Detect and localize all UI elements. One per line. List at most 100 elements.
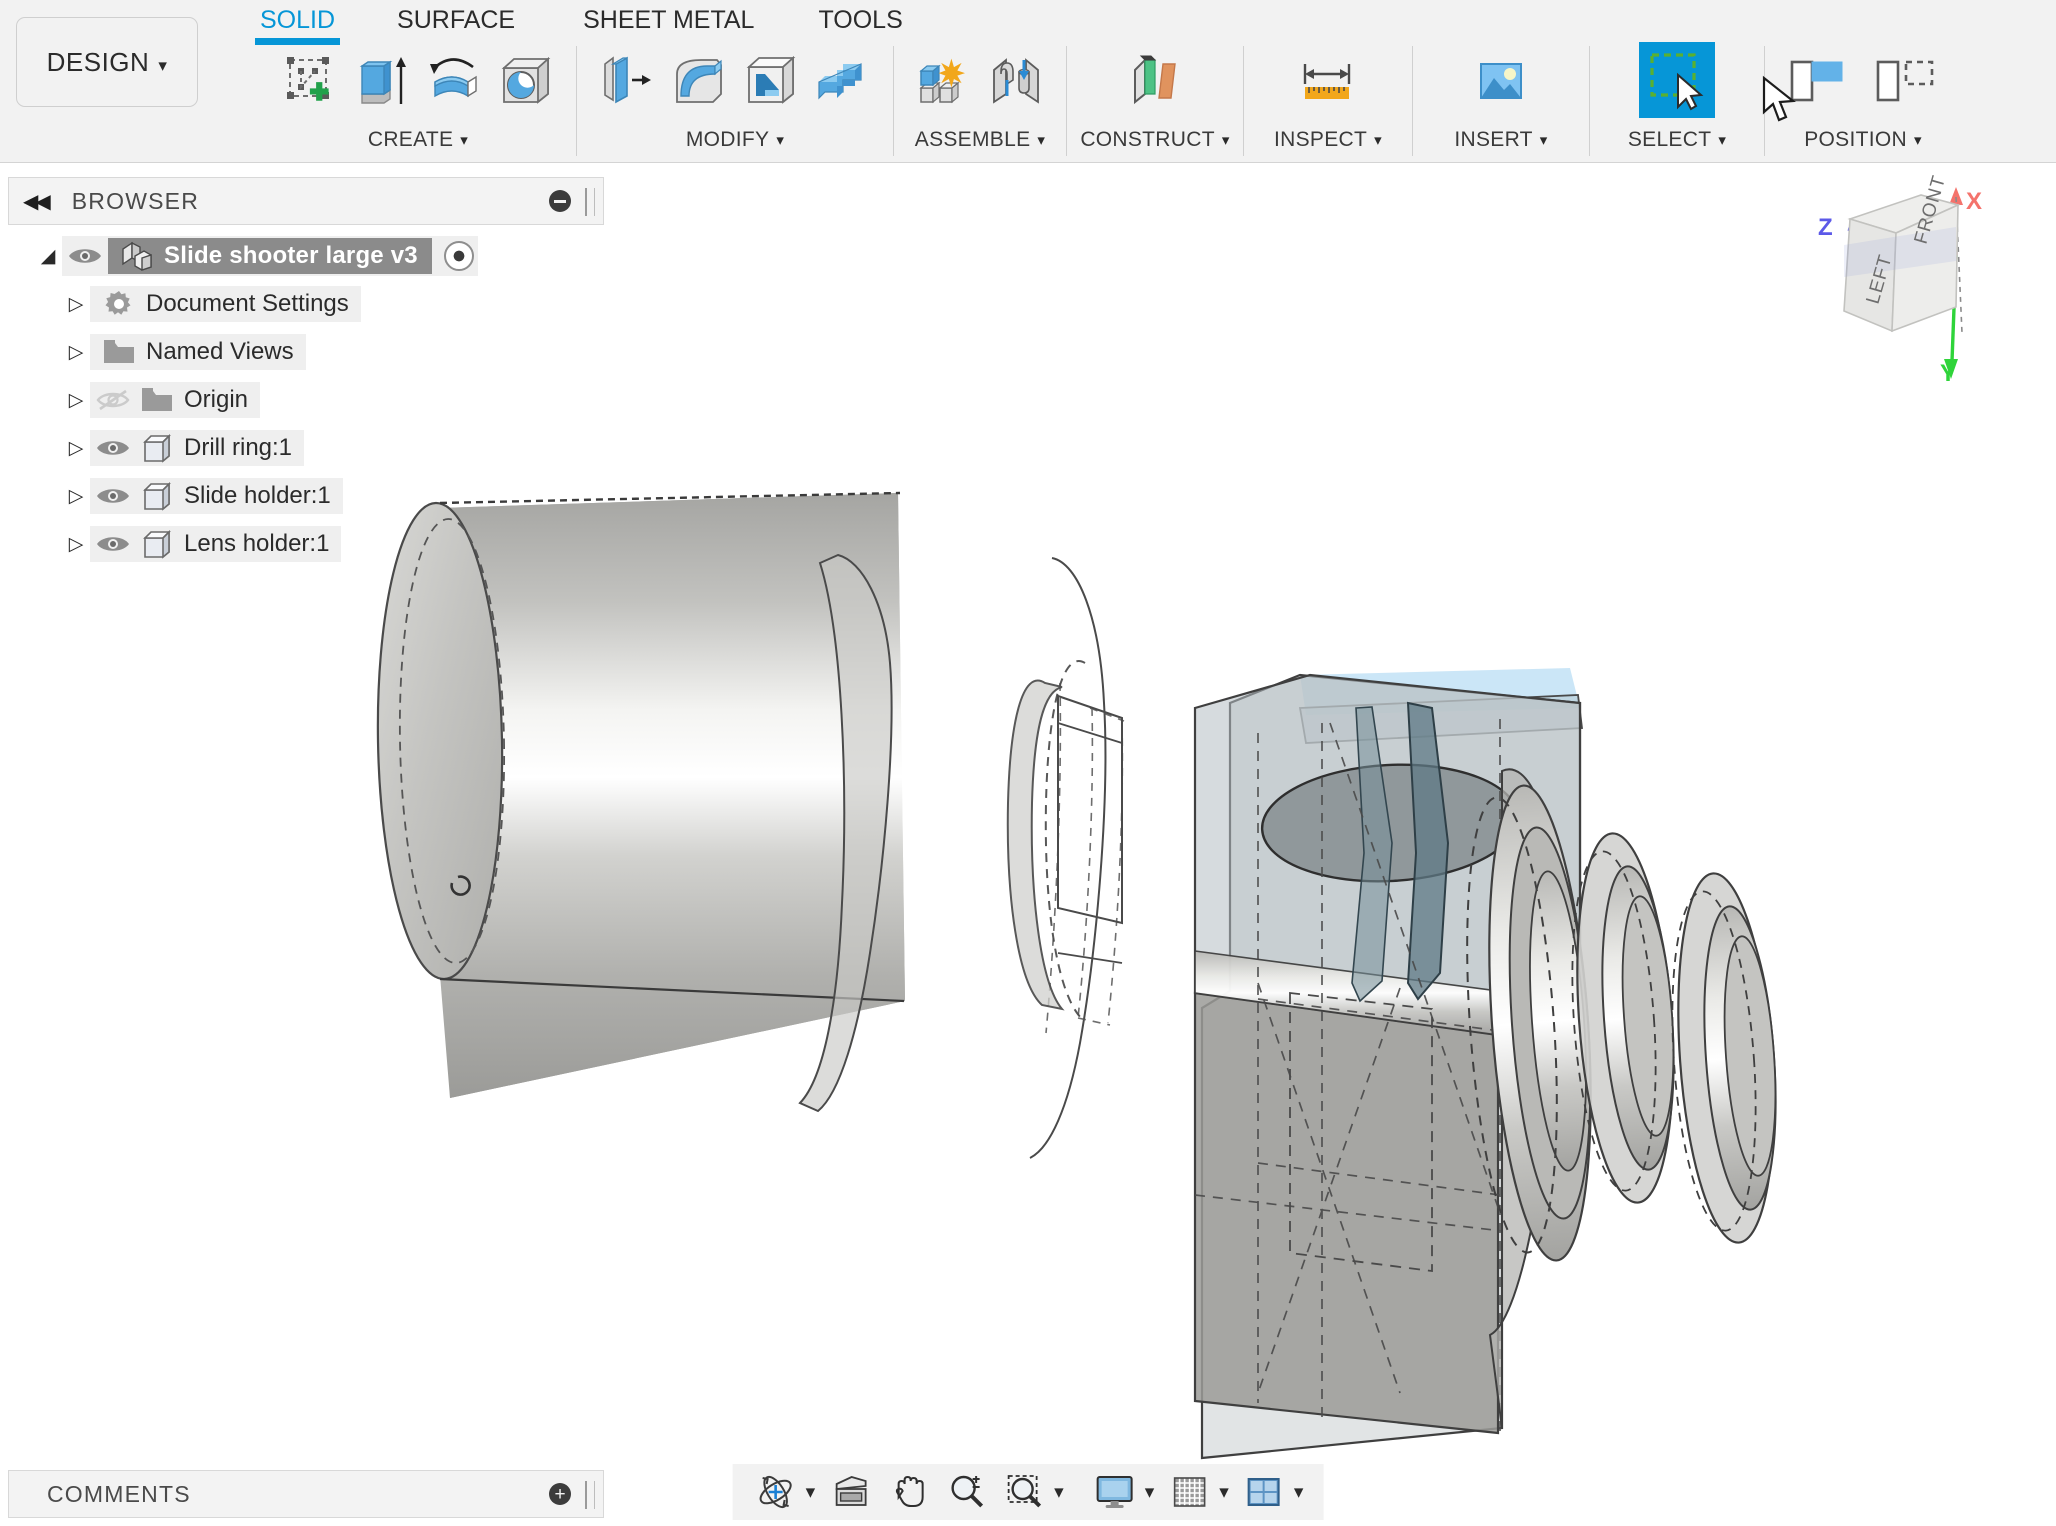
display-settings-icon[interactable] [1092, 1469, 1138, 1515]
activate-component-radio[interactable] [443, 241, 474, 271]
tab-tools[interactable]: TOOLS [818, 0, 902, 35]
press-pull-icon[interactable] [594, 47, 660, 113]
tree-row-root[interactable]: ◢ Slide shooter large v3 [8, 232, 604, 280]
chevron-down-icon[interactable]: ▾ [806, 1481, 816, 1504]
chevron-down-icon: ▾ [1374, 131, 1382, 149]
gear-icon [98, 288, 140, 320]
folder-icon [98, 338, 140, 366]
shell-icon[interactable] [738, 47, 804, 113]
visibility-eye-icon[interactable] [90, 437, 136, 459]
tree-label-drill-ring: Drill ring:1 [184, 434, 293, 461]
expand-arrow-icon[interactable]: ▷ [62, 533, 90, 556]
axis-y-label: Y [1940, 360, 1956, 387]
move-copy-icon[interactable] [1866, 47, 1944, 113]
panel-inspect-label: INSPECT [1274, 128, 1368, 151]
pan-icon[interactable] [885, 1469, 931, 1515]
orbit-icon[interactable] [753, 1469, 799, 1515]
tree-label-root: Slide shooter large v3 [164, 242, 418, 269]
tree-row-document-settings[interactable]: ▷ Document Settings [8, 280, 604, 328]
view-cube[interactable]: FRONT LEFT Z X Y [1808, 173, 2038, 403]
panel-construct-label: CONSTRUCT [1080, 128, 1215, 151]
expand-arrow-icon[interactable]: ▷ [62, 341, 90, 364]
panel-resize-grip[interactable] [585, 188, 595, 216]
new-component-icon[interactable] [911, 47, 977, 113]
tree-label-origin: Origin [184, 386, 249, 413]
chevron-down-icon[interactable]: ▾ [1054, 1481, 1064, 1504]
chevron-down-icon: ▾ [1221, 131, 1230, 149]
chevron-down-icon[interactable]: ▾ [1294, 1481, 1304, 1504]
joint-icon[interactable] [983, 47, 1049, 113]
tree-label-slide-holder: Slide holder:1 [184, 482, 331, 509]
tab-sheet-metal-label: SHEET METAL [583, 6, 755, 34]
tree-row-slide-holder[interactable]: ▷ Slide holder:1 [8, 472, 604, 520]
nav-zoom[interactable] [943, 1469, 989, 1515]
hole-icon[interactable] [493, 47, 559, 113]
nav-fit[interactable]: ▾ [1001, 1469, 1064, 1515]
visibility-eye-icon[interactable] [62, 245, 108, 267]
panel-resize-grip[interactable] [585, 1481, 595, 1509]
grid-snap-icon[interactable] [1166, 1469, 1212, 1515]
insert-image-icon[interactable] [1468, 47, 1534, 113]
measure-icon[interactable] [1295, 47, 1361, 113]
expand-arrow-icon[interactable]: ▷ [62, 485, 90, 508]
panel-select-label: SELECT [1627, 128, 1712, 151]
nav-display-settings[interactable]: ▾ [1092, 1469, 1155, 1515]
axis-x-label: X [1966, 188, 1982, 215]
nav-look-at[interactable] [827, 1469, 873, 1515]
chevron-down-icon: ▾ [1037, 131, 1046, 149]
part-slide-holder[interactable] [1193, 668, 1604, 1460]
expand-arrow-icon[interactable]: ◢ [34, 245, 62, 268]
chevron-down-icon: ▾ [460, 131, 469, 149]
minimize-browser-icon[interactable] [549, 190, 571, 212]
revolve-icon[interactable] [421, 47, 487, 113]
visibility-eye-off-icon[interactable] [90, 388, 136, 412]
fillet-icon[interactable] [666, 47, 732, 113]
root-component-chip[interactable]: Slide shooter large v3 [108, 238, 432, 274]
chevron-down-icon[interactable]: ▾ [1145, 1481, 1155, 1504]
mouse-cursor [1762, 75, 1796, 122]
browser-title: BROWSER [71, 187, 200, 214]
nav-viewports[interactable]: ▾ [1241, 1469, 1304, 1515]
body-icon [136, 529, 178, 559]
part-lens-plate-left[interactable] [1006, 660, 1086, 1020]
visibility-eye-icon[interactable] [90, 533, 136, 555]
zoom-icon[interactable] [943, 1469, 989, 1515]
combine-icon[interactable] [810, 47, 876, 113]
add-comment-icon[interactable]: + [549, 1483, 571, 1505]
extrude-icon[interactable] [349, 47, 415, 113]
nav-orbit[interactable]: ▾ [753, 1469, 816, 1515]
chevron-down-icon: ▾ [158, 55, 168, 75]
panel-position-label: POSITION [1804, 128, 1907, 151]
tree-row-drill-ring[interactable]: ▷ Drill ring:1 [8, 424, 604, 472]
visibility-eye-icon[interactable] [90, 485, 136, 507]
chevron-down-icon[interactable]: ▾ [1219, 1481, 1229, 1504]
tree-row-origin[interactable]: ▷ Origin [8, 376, 604, 424]
nav-grid-snaps[interactable]: ▾ [1166, 1469, 1229, 1515]
create-sketch-icon[interactable] [277, 47, 343, 113]
collapse-panel-icon[interactable]: ◀◀ [23, 189, 51, 214]
workspace-switcher-button[interactable]: DESIGN ▾ [16, 17, 198, 107]
part-lens-holder[interactable] [1562, 830, 1785, 1246]
tab-sheet-metal[interactable]: SHEET METAL [583, 0, 754, 35]
expand-arrow-icon[interactable]: ▷ [62, 437, 90, 460]
tree-row-lens-holder[interactable]: ▷ Lens holder:1 [8, 520, 604, 568]
viewports-icon[interactable] [1241, 1469, 1287, 1515]
workspace-tabs: SOLID SURFACE SHEET METAL TOOLS [255, 0, 903, 45]
panel-assemble: ASSEMBLE ▾ [894, 40, 1066, 162]
look-at-icon[interactable] [827, 1469, 873, 1515]
comments-title: COMMENTS [47, 1480, 191, 1507]
navigation-bar: ▾ ▾ ▾ ▾ ▾ [732, 1464, 1324, 1520]
panel-create-label: CREATE [367, 128, 454, 151]
panel-assemble-label: ASSEMBLE [914, 128, 1031, 151]
comments-panel[interactable]: COMMENTS + [8, 1470, 604, 1518]
select-window-icon[interactable] [1639, 42, 1715, 118]
tree-row-named-views[interactable]: ▷ Named Views [8, 328, 604, 376]
offset-plane-icon[interactable] [1122, 47, 1188, 113]
chevron-down-icon: ▾ [1913, 131, 1922, 149]
nav-pan[interactable] [885, 1469, 931, 1515]
zoom-window-icon[interactable] [1001, 1469, 1047, 1515]
expand-arrow-icon[interactable]: ▷ [62, 389, 90, 412]
expand-arrow-icon[interactable]: ▷ [62, 293, 90, 316]
tab-surface[interactable]: SURFACE [397, 0, 515, 35]
tab-solid[interactable]: SOLID [255, 0, 341, 45]
